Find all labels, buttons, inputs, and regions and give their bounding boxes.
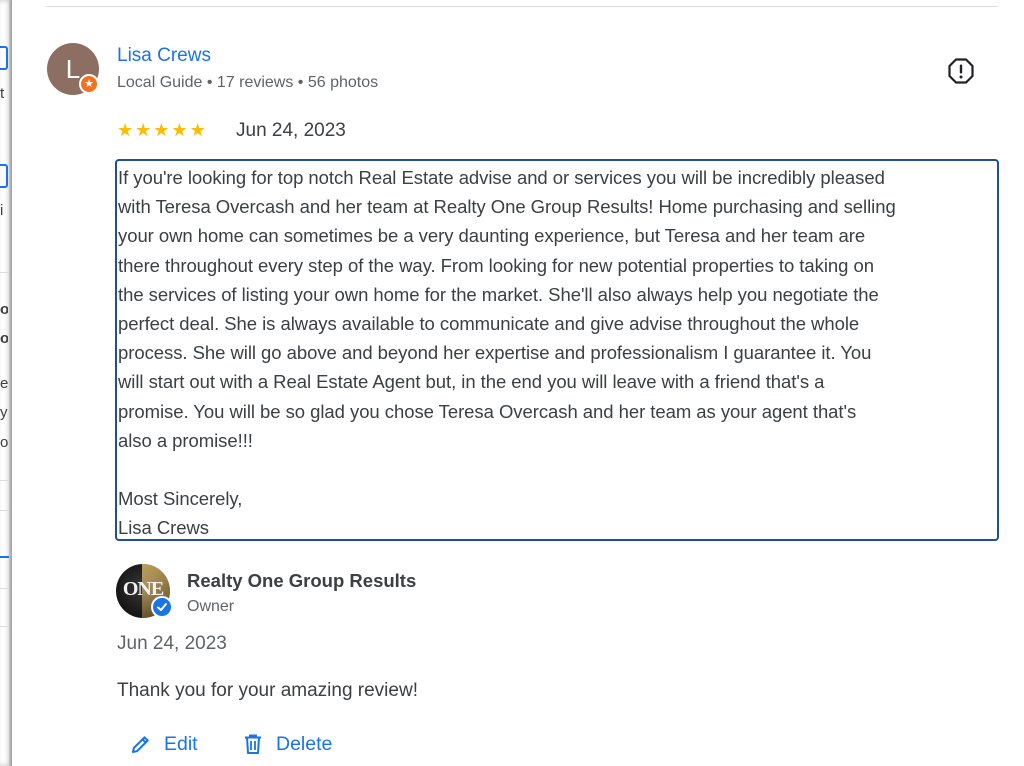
- background-divider: [0, 480, 9, 481]
- background-page-edge: t i o o e y o: [0, 0, 12, 766]
- review-text: If you're looking for top notch Real Est…: [118, 167, 896, 539]
- report-icon: [948, 58, 974, 84]
- background-blue-line: [0, 556, 9, 558]
- top-divider: [46, 6, 998, 7]
- edit-button[interactable]: Edit: [130, 730, 198, 758]
- background-text-fragment: o: [0, 302, 8, 318]
- panel-shadow-edge: [9, 0, 12, 766]
- background-text-fragment: o: [0, 435, 8, 451]
- verified-check-icon: [151, 596, 173, 618]
- reply-date: Jun 24, 2023: [117, 633, 227, 654]
- local-guide-star-icon: ★: [79, 74, 99, 94]
- star-icon: ★: [153, 120, 170, 140]
- review-text-box[interactable]: If you're looking for top notch Real Est…: [115, 159, 999, 541]
- background-blue-icon-fragment: [0, 46, 8, 70]
- background-divider: [0, 272, 9, 273]
- background-text-fragment: i: [0, 203, 4, 219]
- star-icon: ★: [189, 120, 206, 140]
- reply-text: Thank you for your amazing review!: [117, 680, 418, 701]
- background-blue-icon-fragment: [0, 164, 8, 188]
- background-divider: [0, 510, 9, 511]
- background-divider: [0, 626, 9, 627]
- star-icon: ★: [171, 120, 188, 140]
- review-date: Jun 24, 2023: [236, 120, 346, 141]
- star-icon: ★: [117, 120, 134, 140]
- background-text-fragment: o: [0, 331, 8, 347]
- reviewer-name[interactable]: Lisa Crews: [117, 45, 211, 67]
- pencil-icon: [132, 736, 149, 753]
- edit-label: Edit: [164, 732, 198, 755]
- owner-role: Owner: [187, 598, 235, 615]
- reviewer-initial: L: [65, 54, 81, 84]
- owner-name: Realty One Group Results: [187, 570, 417, 591]
- report-button[interactable]: [948, 58, 974, 84]
- background-text-fragment: e: [0, 376, 8, 392]
- background-divider: [0, 588, 9, 589]
- reviewer-meta: Local Guide • 17 reviews • 56 photos: [117, 74, 379, 91]
- star-rating: ★ ★ ★ ★ ★: [117, 119, 206, 141]
- trash-icon: [245, 734, 261, 754]
- star-icon: ★: [135, 120, 152, 140]
- delete-button[interactable]: Delete: [242, 730, 332, 758]
- background-text-fragment: t: [0, 86, 5, 102]
- delete-label: Delete: [276, 732, 333, 755]
- background-text-fragment: y: [0, 405, 8, 421]
